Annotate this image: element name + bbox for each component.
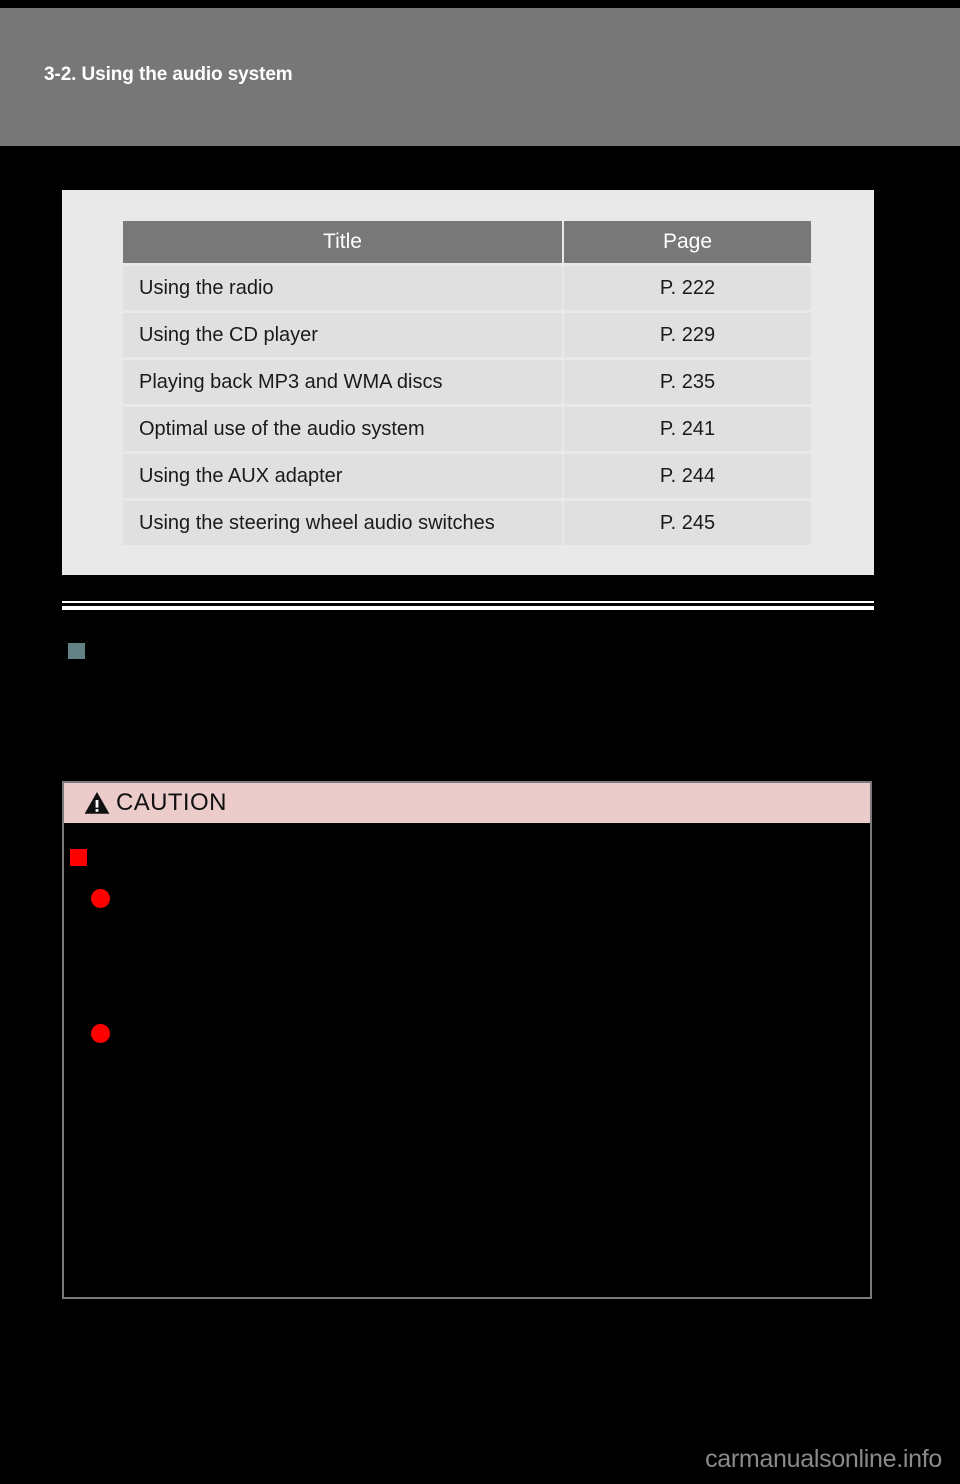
page-title: 3-2. Using the audio system [44, 64, 293, 85]
cell-title: Playing back MP3 and WMA discs [123, 357, 564, 404]
table-row[interactable]: Using the CD player P. 229 [123, 310, 811, 357]
cell-title: Using the steering wheel audio switches [123, 498, 564, 545]
page-header-band: 3-2. Using the audio system [0, 8, 960, 146]
caution-list-bullet-icon [91, 1024, 110, 1043]
caution-header: CAUTION [64, 783, 870, 823]
caution-body [64, 823, 870, 1297]
cell-page: P. 241 [564, 404, 811, 451]
table-row[interactable]: Using the AUX adapter P. 244 [123, 451, 811, 498]
column-header-title: Title [123, 221, 564, 263]
table-header-row: Title Page [123, 221, 811, 263]
caution-label: CAUTION [116, 789, 227, 816]
table-row[interactable]: Using the steering wheel audio switches … [123, 498, 811, 545]
column-header-page: Page [564, 221, 811, 263]
table-row[interactable]: Playing back MP3 and WMA discs P. 235 [123, 357, 811, 404]
table-row[interactable]: Using the radio P. 222 [123, 263, 811, 310]
table-row[interactable]: Optimal use of the audio system P. 241 [123, 404, 811, 451]
cell-page: P. 245 [564, 498, 811, 545]
divider-thick-rule [62, 606, 874, 610]
caution-subsection-bullet-icon [70, 849, 87, 866]
cell-title: Using the radio [123, 263, 564, 310]
cell-title: Using the CD player [123, 310, 564, 357]
cell-page: P. 235 [564, 357, 811, 404]
cell-title: Optimal use of the audio system [123, 404, 564, 451]
toc-table: Title Page Using the radio P. 222 Using … [123, 221, 811, 545]
site-watermark: carmanualsonline.info [705, 1445, 942, 1473]
section-divider [62, 601, 874, 612]
cell-page: P. 229 [564, 310, 811, 357]
section-bullet-icon [68, 643, 85, 659]
cell-page: P. 244 [564, 451, 811, 498]
cell-title: Using the AUX adapter [123, 451, 564, 498]
warning-triangle-icon [84, 792, 110, 814]
divider-thin-rule [62, 601, 874, 603]
cell-page: P. 222 [564, 263, 811, 310]
caution-list-bullet-icon [91, 889, 110, 908]
caution-box: CAUTION [62, 781, 872, 1299]
toc-panel: Title Page Using the radio P. 222 Using … [62, 190, 874, 575]
